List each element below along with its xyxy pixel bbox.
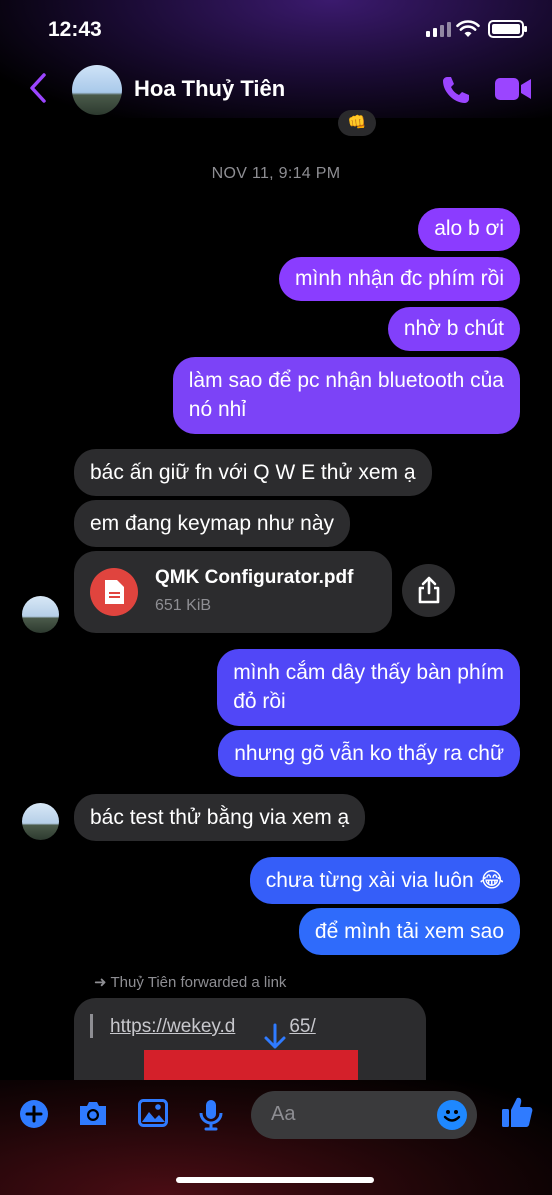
message-bubble-outgoing[interactable]: alo b ơi <box>418 208 520 251</box>
message-bubble-outgoing[interactable]: làm sao để pc nhận bluetooth của nó nhỉ <box>172 357 520 434</box>
message-bubble-incoming[interactable]: em đang keymap như này <box>74 500 351 547</box>
forward-arrow-icon: ➜ <box>94 974 107 991</box>
file-size: 651 KiB <box>155 597 212 614</box>
message-text: làm sao để pc nhận bluetooth của <box>188 369 504 392</box>
contact-name[interactable]: Hoa Thuỷ Tiên <box>134 76 285 102</box>
message-input-placeholder: Aa <box>271 1103 296 1125</box>
sender-avatar[interactable] <box>22 596 59 633</box>
message-text: đỏ rồi <box>233 690 286 713</box>
video-icon[interactable] <box>494 76 532 102</box>
message-bubble-outgoing[interactable]: chưa từng xài via luôn 😂 <box>249 857 520 904</box>
scroll-down-icon[interactable] <box>262 1023 288 1051</box>
message-bubble-outgoing[interactable]: mình cắm dây thấy bàn phím đỏ rồi <box>217 649 520 726</box>
contact-avatar[interactable] <box>72 65 122 115</box>
emoji-icon[interactable] <box>437 1100 467 1130</box>
back-icon[interactable] <box>28 72 48 104</box>
message-bubble-outgoing[interactable]: nhờ b chút <box>387 307 520 351</box>
message-bubble-outgoing[interactable]: nhưng gõ vẫn ko thấy ra chữ <box>218 730 520 777</box>
mic-icon[interactable] <box>198 1099 224 1131</box>
quote-bar <box>90 1014 93 1038</box>
chat-timestamp: NOV 11, 9:14 PM <box>211 165 341 182</box>
share-button[interactable] <box>402 564 455 617</box>
forward-note: ➜ Thuỷ Tiên forwarded a link <box>94 974 287 991</box>
message-bubble-outgoing[interactable]: mình nhận đc phím rồi <box>279 257 520 301</box>
pdf-icon <box>90 568 138 616</box>
battery-icon <box>488 20 527 38</box>
file-attachment[interactable]: QMK Configurator.pdf 651 KiB <box>74 551 392 633</box>
phone-icon[interactable] <box>440 74 472 106</box>
file-name: QMK Configurator.pdf <box>155 567 354 588</box>
wifi-icon <box>456 20 480 37</box>
signal-icon <box>426 22 451 37</box>
home-indicator <box>176 1177 374 1183</box>
reaction-badge[interactable]: 👊 <box>338 110 376 136</box>
like-icon[interactable] <box>500 1095 534 1129</box>
message-text: mình cắm dây thấy bàn phím <box>233 661 504 684</box>
message-bubble-outgoing[interactable]: để mình tải xem sao <box>298 908 520 955</box>
camera-icon[interactable] <box>77 1099 109 1127</box>
sender-avatar[interactable] <box>22 803 59 840</box>
message-bubble-incoming[interactable]: bác test thử bằng via xem ạ <box>74 794 366 841</box>
status-time: 12:43 <box>48 18 102 41</box>
plus-icon[interactable] <box>19 1099 49 1129</box>
share-icon <box>418 576 440 604</box>
message-text: nó nhỉ <box>188 398 246 421</box>
message-bubble-incoming[interactable]: bác ấn giữ fn với Q W E thử xem ạ <box>74 449 432 496</box>
gallery-icon[interactable] <box>138 1099 168 1127</box>
message-input[interactable]: Aa <box>251 1091 477 1139</box>
